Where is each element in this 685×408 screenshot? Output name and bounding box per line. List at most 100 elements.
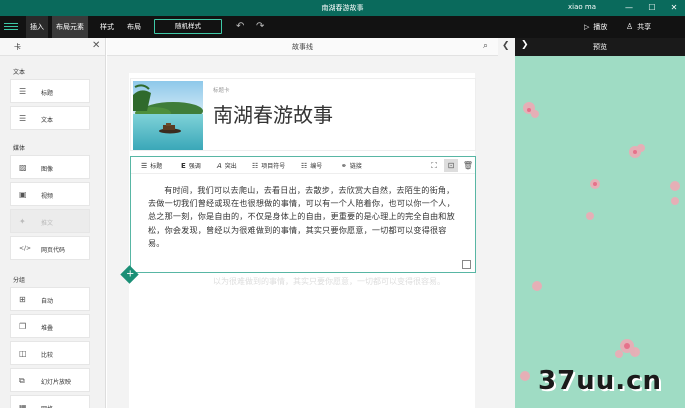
maximize-button[interactable]: ☐ <box>644 0 660 16</box>
plus-icon: + <box>126 268 135 280</box>
toolbar-accent-button[interactable]: A 突出 <box>217 161 237 170</box>
title-bar: 南湖春游故事 xiao ma — ☐ ✕ <box>0 0 685 16</box>
toolbar-numbering-button[interactable]: ☷ 编号 <box>301 161 322 170</box>
search-icon[interactable]: ⌕ <box>483 41 488 51</box>
cards-panel-title: 卡 <box>14 43 21 51</box>
hamburger-menu-icon[interactable] <box>4 21 18 33</box>
focus-selected-icon[interactable]: ⊡ <box>444 159 458 172</box>
tab-insert[interactable]: 插入 <box>26 16 48 38</box>
slideshow-icon: ⧉ <box>19 376 25 385</box>
toolbar-heading-button[interactable]: ☰ 标题 <box>141 161 162 170</box>
card-stack[interactable]: ❐ 堆叠 <box>10 314 90 338</box>
play-button[interactable]: ▷ 播放 <box>584 16 607 38</box>
twitter-bird-icon: ✦ <box>19 217 26 226</box>
card-video-label: 视频 <box>41 193 54 200</box>
cards-panel: 卡 ✕ 文本 ☰ 标题 ☰ 文本 媒体 ▨ 图像 ▣ 视频 ✦ 推文 </> 网… <box>0 38 106 408</box>
heading-icon: ☰ <box>19 87 27 96</box>
heading-format-icon: ☰ <box>141 162 148 170</box>
ribbon: 插入 布局元素 样式 布局 随机样式 ↶ ↷ ▷ 播放 ♙ 共享 <box>0 16 685 38</box>
storyline-header: 故事线 ⌕ <box>107 38 498 56</box>
floral-pattern <box>520 102 680 381</box>
undo-icon[interactable]: ↶ <box>236 21 244 32</box>
storyline-pane: 故事线 ⌕ 标题卡 南湖春游故事 ☰ 标题 E 强调 A 突出 ☷ 项目符号 ☷… <box>107 38 498 408</box>
title-card[interactable]: 标题卡 南湖春游故事 <box>130 78 476 151</box>
toolbar-heading-label: 标题 <box>150 163 163 170</box>
link-icon: ⚭ <box>341 162 347 170</box>
delete-trash-icon[interactable]: 🗑 <box>461 159 475 172</box>
image-icon: ▨ <box>19 163 27 172</box>
focus-icon[interactable]: ⛶ <box>427 159 441 172</box>
toolbar-emphasis-button[interactable]: E 强调 <box>181 161 201 170</box>
card-image-label: 图像 <box>41 166 54 173</box>
share-button[interactable]: ♙ 共享 <box>626 16 651 38</box>
tab-layout[interactable]: 布局 <box>123 16 145 38</box>
random-style-button[interactable]: 随机样式 <box>154 19 222 34</box>
grid-icon: ▦ <box>19 403 27 408</box>
toolbar-emphasis-label: 强调 <box>188 163 201 170</box>
card-heading[interactable]: ☰ 标题 <box>10 79 90 103</box>
code-icon: </> <box>19 245 32 252</box>
close-button[interactable]: ✕ <box>666 0 682 16</box>
compare-icon: ◫ <box>19 349 27 358</box>
card-grid[interactable]: ▦ 网格 <box>10 395 90 408</box>
preview-pane: ❯ 预览 <box>515 38 685 408</box>
tab-layout-elements[interactable]: 布局元素 <box>52 16 88 38</box>
preview-header: ❯ 预览 <box>515 38 685 56</box>
section-group: 分组 <box>13 277 26 284</box>
share-icon: ♙ <box>626 22 634 31</box>
card-heading-label: 标题 <box>41 90 54 97</box>
play-label: 播放 <box>593 23 608 31</box>
card-compare[interactable]: ◫ 比较 <box>10 341 90 365</box>
lake-boat-photo[interactable] <box>133 81 203 150</box>
share-label: 共享 <box>637 23 652 31</box>
storyline-title: 故事线 <box>292 43 313 51</box>
card-auto[interactable]: ⊞ 自动 <box>10 287 90 311</box>
card-video[interactable]: ▣ 视频 <box>10 182 90 206</box>
toolbar-bullets-button[interactable]: ☷ 项目符号 <box>252 161 285 170</box>
card-stack-label: 堆叠 <box>41 325 54 332</box>
bullet-list-icon: ☷ <box>252 162 259 170</box>
section-media: 媒体 <box>13 145 26 152</box>
tab-styles[interactable]: 样式 <box>96 16 118 38</box>
italic-icon: A <box>217 162 222 170</box>
play-icon: ▷ <box>584 23 590 31</box>
section-text: 文本 <box>13 69 26 76</box>
card-text-label: 文本 <box>41 117 54 124</box>
minimize-button[interactable]: — <box>621 0 637 16</box>
toolbar-link-button[interactable]: ⚭ 链接 <box>341 161 362 170</box>
toolbar-link-label: 链接 <box>349 163 362 170</box>
card-slideshow[interactable]: ⧉ 幻灯片放映 <box>10 368 90 392</box>
preview-title: 预览 <box>593 43 607 51</box>
card-text[interactable]: ☰ 文本 <box>10 106 90 130</box>
numbered-list-icon: ☷ <box>301 162 308 170</box>
auto-layout-icon: ⊞ <box>19 295 26 304</box>
card-grid-label: 网格 <box>41 404 53 408</box>
user-name[interactable]: xiao ma <box>568 3 596 11</box>
ghost-drag-text: 以为很难做到的事情，其实只要你愿意，一切都可以变得很容易。 <box>213 277 445 286</box>
card-embed-label: 网页代码 <box>41 247 66 254</box>
format-toolbar: ☰ 标题 E 强调 A 突出 ☷ 项目符号 ☷ 编号 ⚭ 链接 ⛶ ⊡ 🗑 <box>131 157 475 174</box>
close-panel-icon[interactable]: ✕ <box>92 40 100 51</box>
card-resize-handle[interactable] <box>462 260 471 269</box>
card-auto-label: 自动 <box>41 298 54 305</box>
title-card-tag: 标题卡 <box>213 88 230 94</box>
toolbar-bullets-label: 项目符号 <box>261 163 286 170</box>
chevron-left-icon[interactable]: ❮ <box>502 41 510 51</box>
video-icon: ▣ <box>19 190 27 199</box>
toolbar-accent-label: 突出 <box>224 163 237 170</box>
redo-icon[interactable]: ↷ <box>256 21 264 32</box>
cards-panel-header: 卡 ✕ <box>0 38 105 56</box>
card-embed[interactable]: </> 网页代码 <box>10 236 90 260</box>
card-tweet-label: 推文 <box>41 220 54 227</box>
text-card-body[interactable]: 有时间，我们可以去爬山，去看日出，去散步，去欣赏大自然，去陌生的街角，去做一切我… <box>148 184 458 250</box>
watermark: 37uu.cn <box>538 366 662 396</box>
preview-collapse-strip: ❮ <box>498 38 515 408</box>
text-card[interactable]: ☰ 标题 E 强调 A 突出 ☷ 项目符号 ☷ 编号 ⚭ 链接 ⛶ ⊡ 🗑 有时间，我们可以… <box>130 156 476 273</box>
card-tweet: ✦ 推文 <box>10 209 90 233</box>
toolbar-numbering-label: 编号 <box>310 163 323 170</box>
title-card-heading[interactable]: 南湖春游故事 <box>213 99 333 128</box>
stack-icon: ❐ <box>19 322 27 331</box>
text-icon: ☰ <box>19 114 27 123</box>
card-compare-label: 比较 <box>41 352 54 359</box>
card-image[interactable]: ▨ 图像 <box>10 155 90 179</box>
